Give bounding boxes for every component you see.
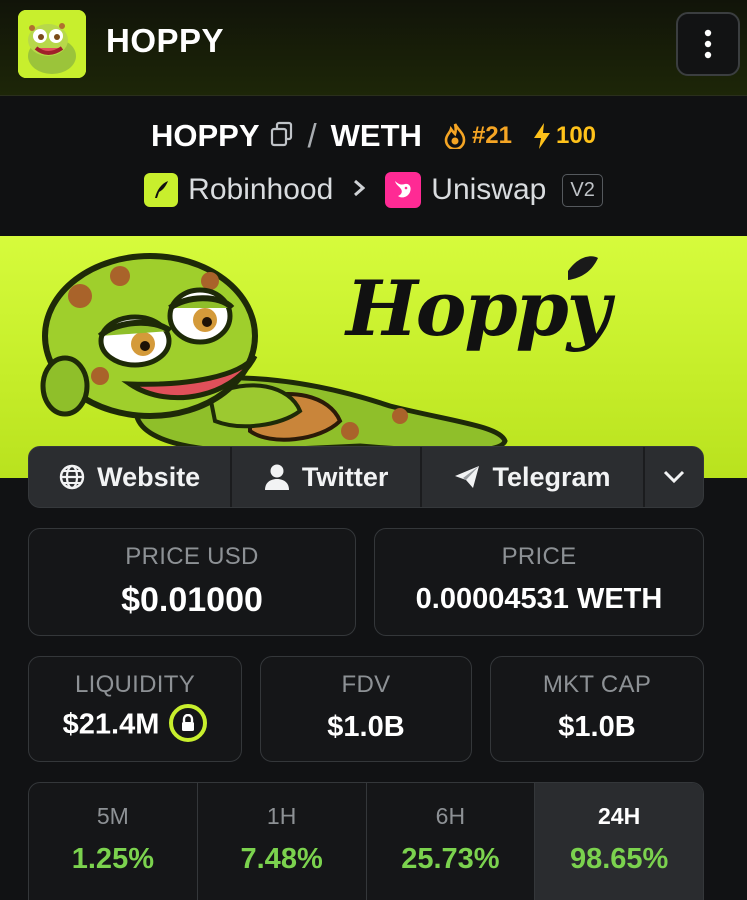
more-menu-button[interactable]	[676, 12, 740, 76]
liquidity-label: LIQUIDITY	[74, 671, 196, 698]
price-native-value: 0.00004531 WETH	[415, 583, 663, 615]
chevron-right-icon	[353, 176, 366, 204]
social-links-bar: Website Twitter Telegram	[28, 446, 704, 508]
period-label: 6H	[435, 803, 466, 829]
period-label: 5M	[96, 803, 129, 829]
change-value: 25.73%	[401, 843, 500, 875]
base-token-symbol: HOPPY	[150, 118, 260, 153]
fdv-value: $1.0B	[327, 711, 405, 743]
pair-separator: /	[307, 117, 317, 154]
flame-icon	[444, 123, 466, 149]
market-cap-card: MKT CAP $1.0B	[490, 656, 704, 762]
twitter-link[interactable]: Twitter	[232, 447, 422, 507]
chain-name[interactable]: Robinhood	[188, 173, 333, 207]
tab-1h[interactable]: 1H 7.48%	[198, 783, 367, 900]
liquidity-card: LIQUIDITY $21.4M	[28, 656, 242, 762]
fdv-card: FDV $1.0B	[260, 656, 472, 762]
tab-5m[interactable]: 5M 1.25%	[29, 783, 198, 900]
dex-name[interactable]: Uniswap	[431, 173, 546, 207]
website-label: Website	[97, 461, 201, 492]
price-change-tabs: 5M 1.25% 1H 7.48% 6H 25.73% 24H 98.65%	[28, 782, 704, 900]
app-title: HOPPY	[106, 22, 225, 59]
dex-version-badge: V2	[562, 173, 603, 207]
change-value: 1.25%	[71, 843, 154, 875]
period-label: 1H	[266, 803, 297, 829]
price-usd-card: PRICE USD $0.01000	[28, 528, 356, 636]
boost-count[interactable]: 100	[532, 122, 596, 150]
more-links-button[interactable]	[645, 447, 703, 507]
price-usd-label: PRICE USD	[125, 543, 259, 570]
period-label: 24H	[598, 803, 641, 829]
robinhood-logo-icon	[144, 173, 179, 207]
boost-value: 100	[555, 122, 597, 149]
change-value: 7.48%	[240, 843, 323, 875]
copy-icon[interactable]	[270, 121, 294, 152]
change-value: 98.65%	[569, 843, 669, 875]
liquidity-value: $21.4M	[62, 708, 160, 741]
hoppy-logo-text: Hoppy	[346, 264, 611, 353]
tab-24h[interactable]: 24H 98.65%	[535, 783, 703, 900]
market-cap-label: MKT CAP	[542, 671, 652, 698]
globe-icon	[59, 464, 85, 490]
top-bar: HOPPY	[0, 0, 747, 96]
tab-6h[interactable]: 6H 25.73%	[367, 783, 536, 900]
telegram-link[interactable]: Telegram	[422, 447, 646, 507]
uniswap-logo-icon	[385, 172, 422, 208]
telegram-label: Telegram	[492, 461, 611, 492]
pair-header: HOPPY / WETH #21 100 Robinhood Uniswap V…	[0, 96, 747, 236]
quote-token-symbol: WETH	[330, 118, 422, 153]
send-icon	[455, 466, 480, 488]
rank-value: #21	[471, 122, 512, 149]
twitter-label: Twitter	[301, 461, 389, 492]
user-icon	[264, 464, 289, 490]
fdv-label: FDV	[341, 671, 391, 698]
vertical-dots-icon	[704, 29, 712, 59]
market-cap-value: $1.0B	[558, 711, 636, 743]
lock-icon[interactable]	[169, 704, 208, 742]
price-usd-value: $0.01000	[121, 581, 263, 619]
trending-rank[interactable]: #21	[444, 122, 512, 150]
chevron-down-icon	[664, 470, 685, 484]
token-avatar[interactable]	[18, 10, 86, 78]
website-link[interactable]: Website	[29, 447, 233, 507]
price-native-label: PRICE	[501, 543, 577, 570]
price-native-card: PRICE 0.00004531 WETH	[374, 528, 704, 636]
lightning-icon	[533, 123, 550, 149]
